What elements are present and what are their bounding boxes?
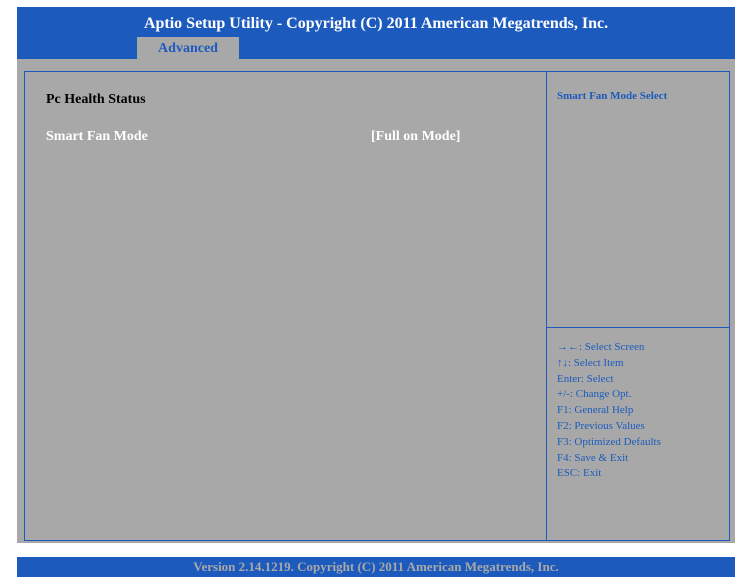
title-bar: Aptio Setup Utility - Copyright (C) 2011… [17,7,735,37]
content-frame: Pc Health Status Smart Fan Mode [Full on… [24,71,730,541]
key-hint: F3: Optimized Defaults [557,435,661,448]
app-title: Aptio Setup Utility - Copyright (C) 2011… [143,15,609,32]
key-hint: ↑↓: Select Item [557,356,624,369]
tab-bar: Advanced [17,37,735,60]
key-hint: →←: Select Screen [557,341,645,353]
key-legend: →←: Select Screen ↑↓: Select Item Enter:… [557,340,661,482]
setting-label: Smart Fan Mode [46,129,148,144]
main-panel: Pc Health Status Smart Fan Mode [Full on… [17,59,735,543]
key-hint: +/-: Change Opt. [557,388,632,401]
key-hint: F1: General Help [557,404,634,417]
setting-value[interactable]: [Full on Mode] [371,129,460,145]
help-divider [547,327,730,328]
key-hint: F4: Save & Exit [557,451,629,464]
vertical-divider [546,72,547,540]
key-hint: Enter: Select [557,372,614,385]
footer-bar: Version 2.14.1219. Copyright (C) 2011 Am… [17,557,735,577]
tab-advanced[interactable]: Advanced [137,37,239,60]
version-text: Version 2.14.1219. Copyright (C) 2011 Am… [193,559,559,574]
key-hint: F2: Previous Values [557,419,645,432]
key-hint: ESC: Exit [557,467,602,480]
section-title: Pc Health Status [46,92,146,107]
help-title: Smart Fan Mode Select [557,90,668,102]
setting-row-smart-fan-mode[interactable]: Smart Fan Mode [Full on Mode] [46,129,526,147]
